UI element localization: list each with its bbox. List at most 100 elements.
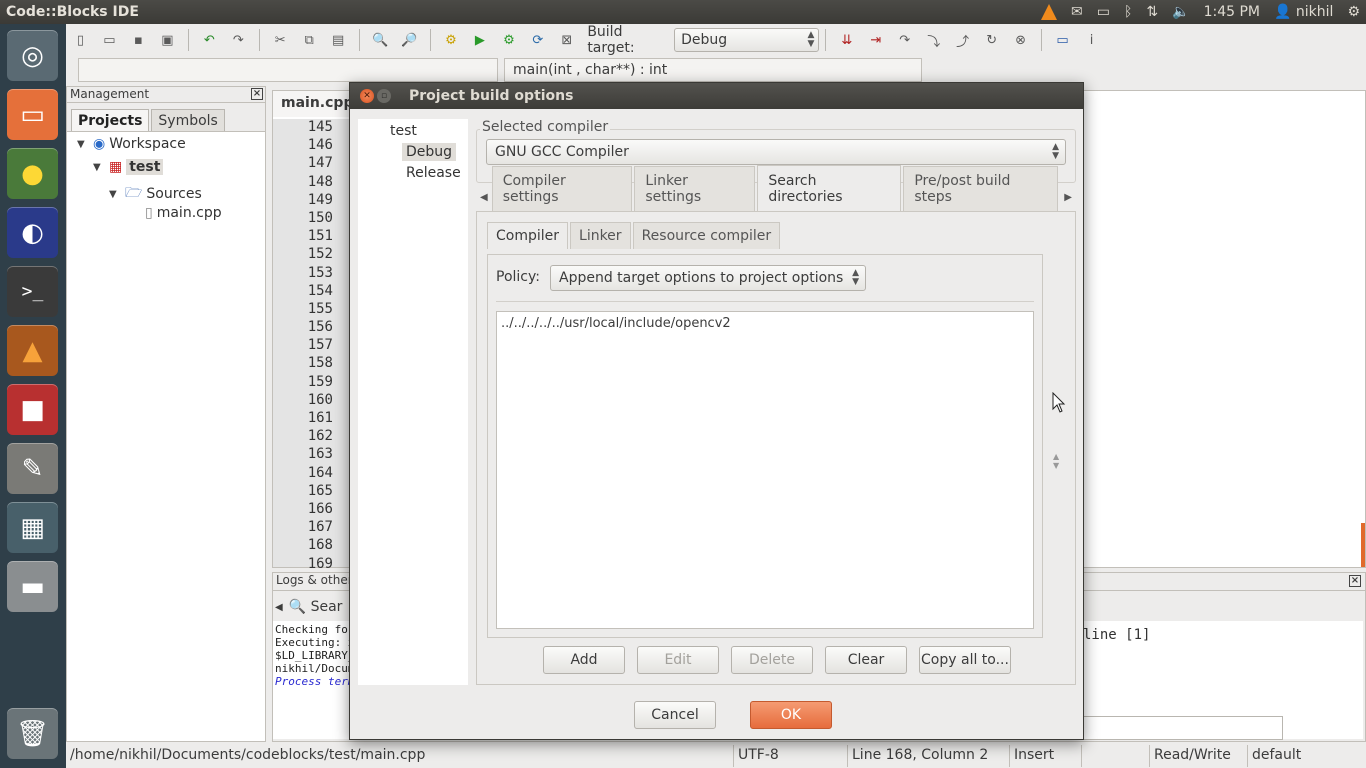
battery-icon[interactable]: ▭ <box>1097 4 1110 20</box>
stop-debug-icon[interactable]: ⊗ <box>1010 29 1031 51</box>
file-icon: ▯ <box>145 205 153 221</box>
save-icon[interactable]: ▪ <box>128 29 149 51</box>
next-instruction-icon[interactable]: ↻ <box>981 29 1002 51</box>
collapse-triangle-icon[interactable]: ▼ <box>93 162 105 173</box>
status-modified <box>1082 745 1150 767</box>
log-search-input[interactable] <box>1083 716 1283 740</box>
mail-icon[interactable]: ✉ <box>1071 4 1083 20</box>
eclipse-icon[interactable]: ◐ <box>7 207 58 258</box>
debug-start-icon[interactable]: ⇊ <box>836 29 857 51</box>
volume-icon[interactable]: 🔈 <box>1172 4 1189 20</box>
status-access: Read/Write <box>1150 745 1248 767</box>
tab-pre-post-build-steps[interactable]: Pre/post build steps <box>903 166 1059 211</box>
close-icon[interactable]: ✕ <box>360 89 374 103</box>
dash-home-icon[interactable]: ◎ <box>7 30 58 81</box>
clear-button[interactable]: Clear <box>825 646 907 674</box>
ok-button[interactable]: OK <box>750 701 832 729</box>
debug-windows-icon[interactable]: ▭ <box>1052 29 1073 51</box>
user-menu[interactable]: 👤 nikhil <box>1274 4 1333 20</box>
compiler-select[interactable]: GNU GCC Compiler ▲ ▼ <box>486 139 1066 165</box>
text-editor-icon[interactable]: ✎ <box>7 443 58 494</box>
collapse-triangle-icon[interactable]: ▼ <box>109 189 121 200</box>
build-and-run-icon[interactable]: ⚙ <box>498 29 519 51</box>
subtab-compiler[interactable]: Compiler <box>487 222 569 249</box>
compiler-dirs-panel: Policy: Append target options to project… <box>487 254 1043 638</box>
workspace-switcher-icon[interactable]: ▦ <box>7 502 58 553</box>
bluetooth-icon[interactable]: ᛒ <box>1124 4 1132 20</box>
clock[interactable]: 1:45 PM <box>1204 4 1260 20</box>
spinner-arrows-icon[interactable]: ▲ ▼ <box>1053 452 1059 470</box>
terminal-icon[interactable]: >_ <box>7 266 58 317</box>
tree-folder[interactable]: ▼ 🗁 Sources <box>109 182 202 206</box>
info-icon[interactable]: i <box>1081 29 1102 51</box>
save-all-icon[interactable]: ▣ <box>157 29 178 51</box>
scope-select[interactable] <box>78 58 498 82</box>
minimize-icon[interactable]: ▫ <box>377 89 391 103</box>
function-select[interactable]: main(int , char**) : int <box>504 58 922 82</box>
dialog-titlebar: ✕ ▫ Project build options <box>350 83 1083 109</box>
build-target-select[interactable]: Debug ▲ ▼ <box>674 28 820 52</box>
tab-scroll-left-icon[interactable]: ◀ <box>275 602 283 613</box>
tab-linker-settings[interactable]: Linker settings <box>634 166 756 211</box>
step-out-icon[interactable]: ⤴ <box>952 29 973 51</box>
run-to-cursor-icon[interactable]: ⇥ <box>865 29 886 51</box>
session-gear-icon[interactable]: ⚙ <box>1347 4 1360 20</box>
build-gear-icon[interactable]: ⚙ <box>440 29 461 51</box>
folder-label: Sources <box>146 186 202 202</box>
chrome-browser-icon[interactable]: ● <box>7 148 58 199</box>
run-play-icon[interactable]: ▶ <box>469 29 490 51</box>
close-icon[interactable]: × <box>1349 575 1361 587</box>
abort-icon[interactable]: ⊠ <box>556 29 577 51</box>
vlc-indicator-icon[interactable] <box>1041 4 1058 20</box>
tab-symbols[interactable]: Symbols <box>151 109 225 133</box>
trash-icon[interactable]: 🗑 <box>7 708 58 759</box>
workspace-icon: ◉ <box>93 136 106 152</box>
paste-icon[interactable]: ▤ <box>328 29 349 51</box>
line-number: 151 <box>307 228 333 245</box>
target-debug[interactable]: Debug <box>402 143 457 161</box>
find-icon[interactable]: 🔍 <box>370 29 391 51</box>
add-button[interactable]: Add <box>543 646 625 674</box>
list-item[interactable]: ../../../../../usr/local/include/opencv2 <box>501 316 1029 332</box>
tree-file[interactable]: ▯ main.cpp <box>145 205 222 221</box>
edit-button[interactable]: Edit <box>637 646 719 674</box>
tab-scroll-right-icon[interactable]: ▶ <box>1060 184 1076 211</box>
files-folder-icon[interactable]: ▭ <box>7 89 58 140</box>
vlc-icon[interactable]: ▲ <box>7 325 58 376</box>
undo-icon[interactable]: ↶ <box>199 29 220 51</box>
directory-list[interactable]: ../../../../../usr/local/include/opencv2 <box>496 311 1034 629</box>
dialog-title: Project build options <box>409 88 574 104</box>
rebuild-icon[interactable]: ⟳ <box>527 29 548 51</box>
replace-icon[interactable]: 🔎 <box>399 29 420 51</box>
cut-icon[interactable]: ✂ <box>270 29 291 51</box>
new-file-icon[interactable]: ▯ <box>70 29 91 51</box>
cancel-button[interactable]: Cancel <box>634 701 716 729</box>
copy-icon[interactable]: ⧉ <box>299 29 320 51</box>
step-into-icon[interactable]: ⤵ <box>923 29 944 51</box>
collapse-triangle-icon[interactable]: ▼ <box>77 139 89 150</box>
next-line-icon[interactable]: ↷ <box>894 29 915 51</box>
drive-icon[interactable]: ▬ <box>7 561 58 612</box>
line-number: 167 <box>307 519 333 536</box>
line-number: 149 <box>307 191 333 208</box>
policy-select[interactable]: Append target options to project options… <box>550 265 866 291</box>
tab-scroll-left-icon[interactable]: ◀ <box>476 184 492 211</box>
subtab-linker[interactable]: Linker <box>570 222 631 249</box>
tab-projects[interactable]: Projects <box>71 109 150 133</box>
target-project[interactable]: test <box>390 123 417 139</box>
search-results-tab[interactable]: 🔍 Sear <box>289 599 343 615</box>
redo-icon[interactable]: ↷ <box>228 29 249 51</box>
delete-button[interactable]: Delete <box>731 646 813 674</box>
workspace-label: Workspace <box>109 136 186 152</box>
network-icon[interactable]: ⇅ <box>1146 4 1158 20</box>
copy-all-to-button[interactable]: Copy all to... <box>919 646 1011 674</box>
target-release[interactable]: Release <box>406 165 461 181</box>
close-icon[interactable]: × <box>251 88 263 100</box>
tab-search-directories[interactable]: Search directories <box>757 165 902 211</box>
codeblocks-icon[interactable]: ■ <box>7 384 58 435</box>
subtab-resource-compiler[interactable]: Resource compiler <box>632 222 781 249</box>
tree-workspace[interactable]: ▼ ◉ Workspace <box>77 136 186 152</box>
tree-project[interactable]: ▼ ▦ test <box>93 159 164 175</box>
open-icon[interactable]: ▭ <box>99 29 120 51</box>
tab-compiler-settings[interactable]: Compiler settings <box>491 166 633 211</box>
